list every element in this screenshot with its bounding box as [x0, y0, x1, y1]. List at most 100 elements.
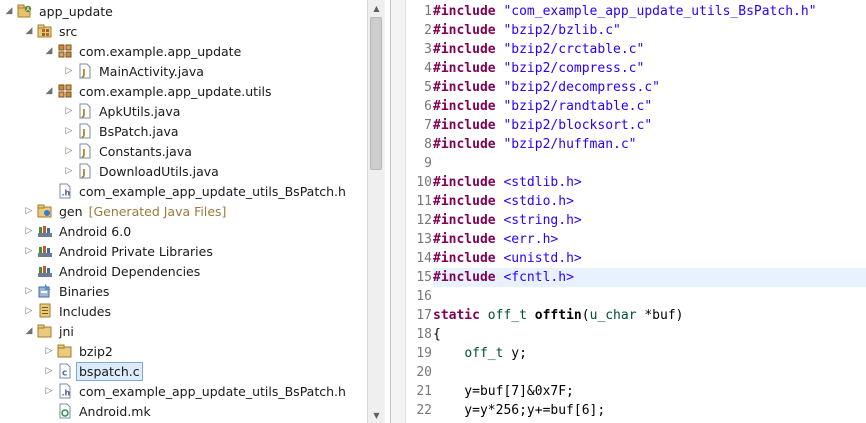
- scroll-up-arrow-icon[interactable]: ▲: [368, 0, 385, 16]
- tree-item[interactable]: ▷ gen [Generated Java Files]: [0, 201, 367, 221]
- c-header-file-icon: .h: [57, 383, 73, 399]
- code-line[interactable]: #include <string.h>: [433, 211, 866, 230]
- code-text-area[interactable]: #include "com_example_app_update_utils_B…: [433, 0, 866, 423]
- tree-item[interactable]: ◢ com.example.app_update.utils: [0, 81, 367, 101]
- code-line[interactable]: [433, 363, 866, 382]
- collapsed-arrow-icon[interactable]: ▷: [24, 301, 34, 321]
- collapsed-arrow-icon[interactable]: ▷: [64, 61, 74, 81]
- collapsed-arrow-icon[interactable]: ▷: [44, 341, 54, 361]
- tree-item[interactable]: ▷ c bspatch.c: [0, 361, 367, 381]
- tree-item[interactable]: ◢ jni: [0, 321, 367, 341]
- code-line[interactable]: #include "bzip2/blocksort.c": [433, 116, 866, 135]
- tree-item[interactable]: Android Dependencies: [0, 261, 367, 281]
- expanded-arrow-icon[interactable]: ◢: [44, 41, 54, 61]
- collapsed-arrow-icon[interactable]: ▷: [44, 361, 54, 381]
- code-token: #include: [433, 270, 496, 285]
- code-line[interactable]: #include <stdlib.h>: [433, 173, 866, 192]
- tree-item[interactable]: ▷ Android Private Libraries: [0, 241, 367, 261]
- collapsed-arrow-icon[interactable]: ▷: [24, 281, 34, 301]
- tree-item[interactable]: ▷ J Constants.java: [0, 141, 367, 161]
- code-token: "bzip2/crctable.c": [503, 42, 645, 57]
- tree-item[interactable]: ◢ com.example.app_update: [0, 41, 367, 61]
- collapsed-arrow-icon[interactable]: ▷: [24, 221, 34, 241]
- tree-item-label: com_example_app_update_utils_BsPatch.h: [79, 383, 346, 399]
- tree-item[interactable]: ◢ Aapp_update: [0, 1, 367, 21]
- code-token: (: [581, 308, 590, 323]
- code-line[interactable]: static off_t offtin(u_char *buf): [433, 306, 866, 325]
- tree-item-label: src: [59, 23, 78, 39]
- code-line[interactable]: #include <fcntl.h>: [433, 268, 866, 287]
- code-line[interactable]: [433, 154, 866, 173]
- folder-icon: [37, 323, 53, 339]
- tree-item[interactable]: ▷ Includes: [0, 301, 367, 321]
- line-number: 10: [416, 175, 432, 190]
- expanded-arrow-icon[interactable]: ◢: [44, 81, 54, 101]
- code-line[interactable]: #include <err.h>: [433, 230, 866, 249]
- collapsed-arrow-icon[interactable]: ▷: [64, 121, 74, 141]
- tree-item[interactable]: ▷ J ApkUtils.java: [0, 101, 367, 121]
- code-editor[interactable]: 1 2 3 4 5 6 7 8 9 10 11 12 13 14 15 16 17 18 19 20 21 22 #inc…: [390, 0, 866, 423]
- svg-text:J: J: [81, 149, 85, 159]
- code-line[interactable]: #include "bzip2/compress.c": [433, 59, 866, 78]
- tree-item[interactable]: .h com_example_app_update_utils_BsPatch.h: [0, 181, 367, 201]
- code-line[interactable]: y=buf[7]&0x7F;: [433, 382, 866, 401]
- includes-icon: [37, 303, 53, 319]
- collapsed-arrow-icon[interactable]: ▷: [24, 201, 34, 221]
- collapsed-arrow-icon[interactable]: ▷: [44, 381, 54, 401]
- tree-item-label: ApkUtils.java: [99, 103, 181, 119]
- java-file-icon: J: [77, 103, 93, 119]
- code-line[interactable]: #include "com_example_app_update_utils_B…: [433, 2, 866, 21]
- tree-item[interactable]: ◢ src: [0, 21, 367, 41]
- code-line[interactable]: {: [433, 325, 866, 344]
- expanded-arrow-icon[interactable]: ◢: [4, 1, 14, 21]
- collapsed-arrow-icon[interactable]: ▷: [64, 101, 74, 121]
- explorer-vertical-scrollbar[interactable]: ▲ ▼: [367, 0, 385, 423]
- code-token: static: [433, 308, 480, 323]
- expanded-arrow-icon[interactable]: ◢: [24, 21, 34, 41]
- tree-item[interactable]: ▷ J BsPatch.java: [0, 121, 367, 141]
- code-token: <string.h>: [503, 213, 582, 228]
- code-token: {: [433, 327, 441, 342]
- tree-item[interactable]: ▷ J MainActivity.java: [0, 61, 367, 81]
- code-line[interactable]: off_t y;: [433, 344, 866, 363]
- tree-item[interactable]: ▷ Binaries: [0, 281, 367, 301]
- code-line[interactable]: #include <unistd.h>: [433, 249, 866, 268]
- java-file-icon: J: [77, 163, 93, 179]
- tree-item-label: jni: [59, 323, 74, 339]
- tree-item[interactable]: ▷ .h com_example_app_update_utils_BsPatch.…: [0, 381, 367, 401]
- line-number: 9: [424, 156, 432, 171]
- tree-item[interactable]: ▷ Android 6.0: [0, 221, 367, 241]
- tree-item[interactable]: ▷ J DownloadUtils.java: [0, 161, 367, 181]
- tree-item[interactable]: Android.mk: [0, 401, 367, 421]
- code-line[interactable]: #include <stdio.h>: [433, 192, 866, 211]
- code-line[interactable]: #include "bzip2/bzlib.c": [433, 21, 866, 40]
- scroll-down-arrow-icon[interactable]: ▼: [368, 407, 385, 423]
- line-number: 7: [424, 118, 432, 133]
- code-line[interactable]: #include "bzip2/decompress.c": [433, 78, 866, 97]
- code-token: y;: [503, 346, 527, 361]
- library-icon: [37, 223, 53, 239]
- code-token: u_char: [589, 308, 637, 323]
- collapsed-arrow-icon[interactable]: ▷: [64, 161, 74, 181]
- code-line[interactable]: #include "bzip2/randtable.c": [433, 97, 866, 116]
- line-number: 15: [416, 270, 432, 285]
- code-token: off_t: [464, 346, 504, 361]
- code-token: #include: [433, 4, 496, 19]
- code-token: #include: [433, 23, 496, 38]
- overview-ruler[interactable]: [391, 0, 406, 423]
- code-token: "bzip2/bzlib.c": [503, 23, 621, 38]
- tree-item[interactable]: ▷ bzip2: [0, 341, 367, 361]
- code-token: "com_example_app_update_utils_BsPatch.h": [503, 4, 817, 19]
- collapsed-arrow-icon[interactable]: ▷: [24, 241, 34, 261]
- svg-text:.h: .h: [62, 389, 71, 398]
- scrollbar-thumb[interactable]: [370, 17, 382, 170]
- collapsed-arrow-icon[interactable]: ▷: [64, 141, 74, 161]
- tree-item-label: Constants.java: [99, 143, 192, 159]
- code-line[interactable]: #include "bzip2/huffman.c": [433, 135, 866, 154]
- code-line[interactable]: y=y*256;y+=buf[6];: [433, 401, 866, 420]
- code-line[interactable]: [433, 287, 866, 306]
- code-line[interactable]: #include "bzip2/crctable.c": [433, 40, 866, 59]
- svg-text:A: A: [26, 7, 30, 13]
- code-token: "bzip2/decompress.c": [503, 80, 660, 95]
- expanded-arrow-icon[interactable]: ◢: [24, 321, 34, 341]
